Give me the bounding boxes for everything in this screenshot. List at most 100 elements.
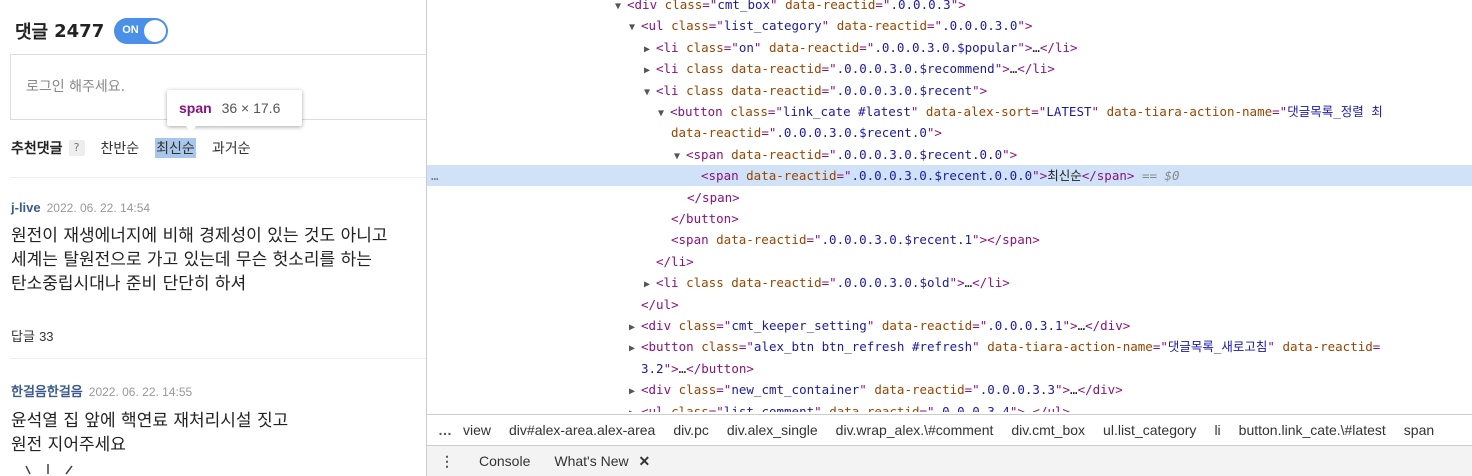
dom-node[interactable]: ▼ <span data-reactid=".0.0.0.3.0.$recent.… [427,144,1472,165]
node-menu-icon[interactable]: … [431,165,439,186]
tag-token: =" [836,168,852,184]
tag-token: "> [926,125,942,141]
attr-name-token: data-reactid [671,125,762,141]
help-icon[interactable]: ? [68,140,85,156]
attr-name-token: data-reactid [746,168,837,184]
comment-meta: j-live 2022. 06. 22. 14:54 [11,200,426,215]
dom-node[interactable]: 3.2">…</button> [427,358,1472,379]
breadcrumb-item[interactable]: span [1404,422,1434,438]
breadcrumb-item[interactable]: div.alex_single [727,422,818,438]
dom-node-markup: </span> [687,187,740,208]
tab-oldest[interactable]: 과거순 [212,138,251,158]
tag-token: " [972,339,988,355]
tag-token: =" [738,339,754,355]
tag-token: "></span> [972,232,1040,248]
dom-node-markup: data-reactid=".0.0.0.3.0.$recent.0"> [671,122,942,143]
tag-token: "> [663,360,679,376]
tag-token: <div [641,382,679,398]
devtools-panel: ▼ <div class="cmt_box" data-reactid=".0.0… [426,0,1472,476]
dom-node-markup: ▶ <div class="cmt_keeper_setting" data-re… [629,315,1130,338]
tag-token: <ul [641,18,672,34]
breadcrumb-item[interactable]: button.link_cate.\#latest [1239,422,1386,438]
tag-token: =" [821,61,837,77]
dom-node-markup: <span data-reactid=".0.0.0.3.0.$recent.0… [701,165,1180,186]
breadcrumb-item[interactable]: div.cmt_box [1011,422,1085,438]
attr-value-token: .0.0.0.3.0.$recent.0.0 [836,146,1003,162]
dom-node[interactable]: ▶ <li class="on" data-reactid=".0.0.0.3.0… [427,37,1472,58]
dom-node[interactable]: ▶<ul class="list_comment" data-reactid="… [427,401,1472,412]
attr-name-token: data-reactid [731,61,822,77]
tag-token: <li [656,82,687,98]
tag-token: " [753,39,769,55]
dom-node[interactable]: ▼ <button class="link_cate #latest" data-… [427,101,1472,122]
caret-right-icon[interactable]: ▶ [629,403,641,412]
breadcrumb-item[interactable]: li [1214,422,1220,438]
breadcrumb-item[interactable]: view [463,422,491,438]
tag-token: =" [972,318,988,333]
dom-node-markup: 3.2">…</button> [641,358,754,379]
comment-line: 세계는 탈원전으로 가고 있는데 무슨 헛소리를 하는 [11,250,372,270]
tag-token: </li> [1017,61,1055,77]
close-icon[interactable]: ✕ [639,453,651,469]
tag-token: </button> [671,211,739,226]
breadcrumb-item[interactable]: ul.list_category [1103,422,1196,438]
reply-button[interactable]: 답글 33 [11,326,426,345]
tag-token: <span [671,232,717,248]
attr-value-token: cmt_keeper_setting [731,318,867,333]
dom-node-selected[interactable]: … <span data-reactid=".0.0.0.3.0.$recent.… [427,165,1472,187]
comments-toggle[interactable]: ON [114,18,169,44]
dom-node[interactable]: </ul> [427,294,1472,315]
dom-node[interactable]: </button> [427,208,1472,229]
breadcrumb-more-icon[interactable]: … [427,422,463,438]
caret-down-icon[interactable]: ▼ [658,103,670,124]
login-placeholder: 로그인 해주세요. [26,79,126,95]
comments-title: 댓글 [15,22,49,43]
tag-token: "> [950,0,966,12]
tab-whats-new[interactable]: What's New ✕ [542,453,662,470]
caret-down-icon[interactable]: ▼ [674,146,686,167]
attr-value-token: list_category [723,18,822,34]
dom-node[interactable]: ▶ <div class="cmt_keeper_setting" data-re… [427,315,1472,336]
dom-node[interactable]: <span data-reactid=".0.0.0.3.0.$recent.1… [427,229,1472,250]
breadcrumb-item[interactable]: div.pc [673,422,709,438]
dom-node[interactable]: ▶ <button class="alex_btn btn_refresh #re… [427,336,1472,357]
drawer-menu-icon[interactable]: ⋮ [427,453,467,470]
dom-node[interactable]: ▼ <div class="cmt_box" data-reactid=".0.0… [427,0,1472,15]
tab-pro-con[interactable]: 찬반순 [101,138,140,158]
caret-down-icon[interactable]: ▼ [629,17,641,38]
attr-name-token: class [686,39,724,55]
elements-tree[interactable]: ▼ <div class="cmt_box" data-reactid=".0.0… [427,0,1472,412]
caret-down-icon[interactable]: ▼ [644,82,656,103]
breadcrumb-item[interactable]: div#alex-area.alex-area [509,422,655,438]
divider [10,177,426,178]
dom-node[interactable]: </span> [427,187,1472,208]
caret-right-icon[interactable]: ▶ [629,317,641,338]
caret-right-icon[interactable]: ▶ [644,60,656,81]
tag-token: </li> [1039,39,1078,55]
caret-right-icon[interactable]: ▶ [644,39,656,60]
tag-token: </div> [1085,318,1131,333]
dom-node[interactable]: ▼ <li class data-reactid=".0.0.0.3.0.$rec… [427,80,1472,101]
dom-node[interactable]: ▶ <li class data-reactid=".0.0.0.3.0.$rec… [427,58,1472,79]
dom-node[interactable]: </li> [427,251,1472,272]
dom-node[interactable]: ▼ <ul class="list_category" data-reactid=… [427,15,1472,36]
dom-node[interactable]: ▶ <div class="new_cmt_container" data-rea… [427,379,1472,400]
tab-recommended[interactable]: 추천댓글 [11,138,63,158]
comment-user[interactable]: j-live [11,200,41,215]
comment-meta: 한걸음한걸음 2022. 06. 22. 14:55 [11,381,426,400]
caret-right-icon[interactable]: ▶ [629,381,641,402]
tag-token: <li [656,61,687,77]
sort-tabs: 추천댓글 ? 찬반순 최신순 과거순 [11,138,266,158]
tab-console[interactable]: Console [467,453,542,469]
attr-value-token: list_comment [723,403,815,412]
tag-token: =" [964,382,980,398]
dom-node[interactable]: ▶ <li class data-reactid=".0.0.0.3.0.$old… [427,272,1472,293]
breadcrumb-item[interactable]: div.wrap_alex.\#comment [836,422,994,438]
comment-user[interactable]: 한걸음한걸음 [11,381,83,400]
tab-latest[interactable]: 최신순 [155,138,196,158]
caret-right-icon[interactable]: ▶ [629,338,641,359]
caret-right-icon[interactable]: ▶ [644,274,656,295]
dom-node-markup: </li> [656,251,694,272]
attr-name-token: data-tiara-action-name [1106,104,1273,119]
dom-node[interactable]: data-reactid=".0.0.0.3.0.$recent.0"> [427,122,1472,143]
